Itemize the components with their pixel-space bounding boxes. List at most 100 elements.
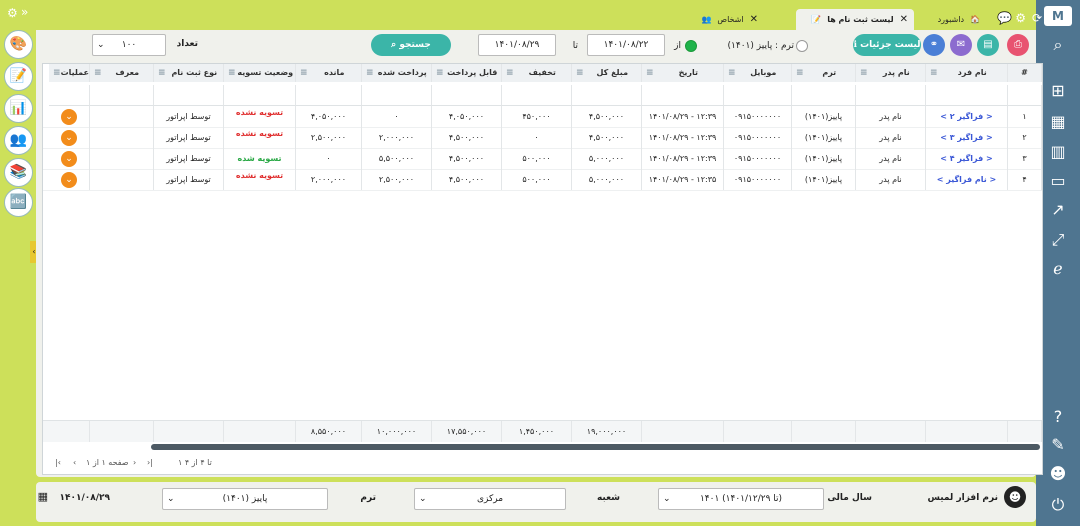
row-actions-button[interactable]: ⌄ <box>61 130 77 146</box>
calendar-icon[interactable]: ▦ <box>38 490 48 503</box>
column-header[interactable]: تخفیف ≡ <box>502 64 572 82</box>
column-menu-icon[interactable]: ≡ <box>366 64 374 82</box>
user-avatar[interactable]: ☻ <box>1004 486 1026 508</box>
row-actions-button[interactable]: ⌄ <box>61 172 77 188</box>
fiscal-year-select[interactable]: ۱۴۰۱ (۱۴۰۱/۱۲/۲۹ تا) ⌄ <box>658 488 824 510</box>
cell-name[interactable]: < نام فراگیر > <box>926 169 1008 190</box>
column-header[interactable]: ترم ≡ <box>792 64 856 82</box>
column-menu-icon[interactable]: ≡ <box>930 64 938 82</box>
column-filter-input[interactable] <box>792 85 856 106</box>
branch-select[interactable]: مرکزی ⌄ <box>414 488 566 510</box>
table-row[interactable]: ۲ < فراگیر ۳ > نام پدر پاییز(۱۴۰۱) ۰۹۱۵۰۰۰۰۰… <box>43 127 1042 149</box>
close-tab-icon[interactable]: ✕ <box>900 9 908 30</box>
browser-icon[interactable]: ℯ <box>1047 258 1069 280</box>
column-menu-icon[interactable]: ≡ <box>94 64 102 82</box>
column-header[interactable]: نام پدر ≡ <box>856 64 926 82</box>
column-header[interactable]: وضعیت تسویه ≡ <box>224 64 296 82</box>
column-header[interactable]: تاریخ ≡ <box>642 64 724 82</box>
column-menu-icon[interactable]: ≡ <box>646 64 654 82</box>
details-list-button[interactable]: ℹ لیست جزئیات <box>853 34 921 56</box>
column-menu-icon[interactable]: ≡ <box>796 64 804 82</box>
column-filter-input[interactable] <box>572 85 642 106</box>
close-tab-icon[interactable]: ✕ <box>750 9 758 30</box>
count-select[interactable]: ۱۰۰ ⌄ <box>92 34 166 56</box>
column-filter-input[interactable] <box>926 85 1008 106</box>
column-header[interactable]: پرداخت شده ≡ <box>362 64 432 82</box>
app-launcher-icon-5[interactable]: 📚 <box>4 158 33 187</box>
table-row[interactable]: ۴ < نام فراگیر > نام پدر پاییز(۱۴۰۱) ۰۹۱۵۰۰۰… <box>43 169 1042 191</box>
column-header[interactable]: موبایل ≡ <box>724 64 792 82</box>
term-select[interactable]: پاییز (۱۴۰۱) ⌄ <box>162 488 328 510</box>
column-header[interactable]: معرف ≡ <box>90 64 154 82</box>
line-chart-icon[interactable]: ↗ <box>1047 199 1069 221</box>
column-header[interactable]: عملیات ≡ <box>49 64 90 82</box>
tab-dashboard[interactable]: 🏠 داشبورد <box>904 9 984 30</box>
app-launcher-icon-6[interactable]: 🔤 <box>4 188 33 217</box>
column-menu-icon[interactable]: ≡ <box>53 64 61 82</box>
cell-name[interactable]: < فراگیر ۴ > <box>926 148 1008 169</box>
column-menu-icon[interactable]: ≡ <box>158 64 166 82</box>
settings-gear-icon[interactable]: ⚙ <box>7 6 18 20</box>
chat-icon[interactable]: 💬 <box>997 11 1012 25</box>
user-icon[interactable]: ☻ <box>1047 463 1069 485</box>
grid-icon[interactable]: ▦ <box>1047 111 1069 133</box>
column-header[interactable]: مانده ≡ <box>296 64 362 82</box>
column-filter-input[interactable] <box>432 85 502 106</box>
column-menu-icon[interactable]: ≡ <box>576 64 584 82</box>
share-button[interactable]: ⚭ <box>923 34 945 56</box>
horizontal-scrollbar[interactable] <box>151 444 1040 450</box>
column-filter-input[interactable] <box>90 85 154 106</box>
expand-chevrons-icon[interactable]: » <box>21 5 28 19</box>
column-filter-input[interactable] <box>502 85 572 106</box>
sitemap-icon[interactable]: ⊞ <box>1047 80 1069 102</box>
bar-chart-icon[interactable]: ▥ <box>1047 141 1069 163</box>
help-icon[interactable]: ? <box>1047 406 1069 428</box>
column-header[interactable]: قابل پرداخت ≡ <box>432 64 502 82</box>
column-filter-input[interactable] <box>1008 85 1042 106</box>
tab-persons[interactable]: ✕ اشخاص 👥 <box>674 9 764 30</box>
refresh-icon[interactable]: ⟳ <box>1032 11 1042 25</box>
column-header[interactable]: # <box>1008 64 1042 82</box>
column-menu-icon[interactable]: ≡ <box>728 64 736 82</box>
column-filter-input[interactable] <box>856 85 926 106</box>
column-filter-input[interactable] <box>642 85 724 106</box>
cell-name[interactable]: < فراگیر ۲ > <box>926 106 1008 127</box>
column-filter-input[interactable] <box>154 85 224 106</box>
term-radio[interactable] <box>796 40 808 52</box>
column-menu-icon[interactable]: ≡ <box>300 64 308 82</box>
search-icon[interactable]: ⌕ <box>1047 34 1069 56</box>
app-launcher-icon-2[interactable]: 📝 <box>4 62 33 91</box>
to-date-input[interactable]: ۱۴۰۱/۰۸/۲۹ <box>478 34 556 56</box>
excel-button[interactable]: ▤ <box>977 34 999 56</box>
first-page-icon[interactable]: |‹ <box>55 458 61 467</box>
prev-page-icon[interactable]: ‹ <box>73 458 76 467</box>
column-filter-input[interactable] <box>296 85 362 106</box>
table-row[interactable]: ۳ < فراگیر ۴ > نام پدر پاییز(۱۴۰۱) ۰۹۱۵۰۰۰۰۰… <box>43 148 1042 170</box>
app-launcher-icon-4[interactable]: 👥 <box>4 126 33 155</box>
row-actions-button[interactable]: ⌄ <box>61 151 77 167</box>
last-page-icon[interactable]: ›| <box>147 458 153 467</box>
column-header[interactable]: نام فرد ≡ <box>926 64 1008 82</box>
column-filter-input[interactable] <box>362 85 432 106</box>
column-filter-input[interactable] <box>224 85 296 106</box>
row-actions-button[interactable]: ⌄ <box>61 109 77 125</box>
cell-name[interactable]: < فراگیر ۳ > <box>926 127 1008 148</box>
search-button[interactable]: ⌕ جستجو <box>371 34 451 56</box>
print-button[interactable]: ⎙ <box>1007 34 1029 56</box>
from-date-input[interactable]: ۱۴۰۱/۰۸/۲۲ <box>587 34 665 56</box>
column-menu-icon[interactable]: ≡ <box>436 64 444 82</box>
settings-icon[interactable]: ⚙ <box>1015 11 1026 25</box>
date-range-radio[interactable] <box>685 40 697 52</box>
email-button[interactable]: ✉ <box>950 34 972 56</box>
next-page-icon[interactable]: › <box>133 458 136 467</box>
table-row[interactable]: ۱ < فراگیر ۲ > نام پدر پاییز(۱۴۰۱) ۰۹۱۵۰۰۰۰۰… <box>43 106 1042 128</box>
app-launcher-icon-1[interactable]: 🎨 <box>4 30 33 59</box>
column-menu-icon[interactable]: ≡ <box>506 64 514 82</box>
column-filter-input[interactable] <box>724 85 792 106</box>
app-launcher-icon-3[interactable]: 📊 <box>4 94 33 123</box>
column-menu-icon[interactable]: ≡ <box>228 64 236 82</box>
tab-registrations[interactable]: ✕ لیست ثبت نام ها 📝 <box>796 9 914 30</box>
column-header[interactable]: مبلغ کل ≡ <box>572 64 642 82</box>
power-icon[interactable]: ⏻ <box>1047 494 1069 516</box>
column-filter-input[interactable] <box>49 85 90 106</box>
